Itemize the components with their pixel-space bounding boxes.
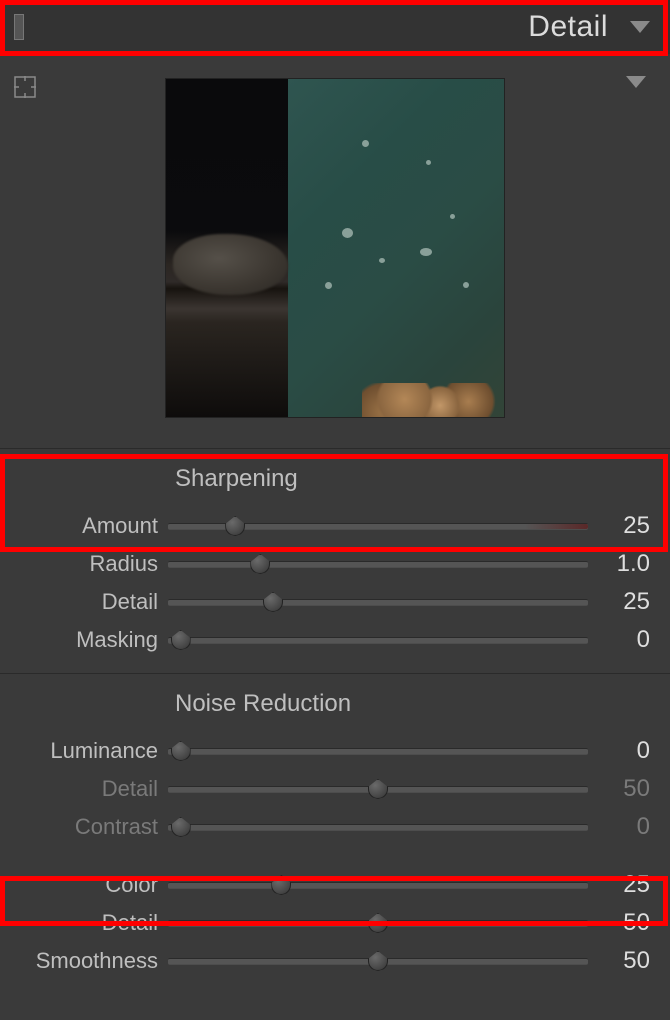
color-label: Color <box>0 872 168 898</box>
sharpening-amount-row: Amount 25 <box>0 507 670 545</box>
col-detail-label: Detail <box>0 910 168 936</box>
slider-thumb[interactable] <box>368 951 388 971</box>
col-detail-slider[interactable] <box>168 914 588 932</box>
panel-switch-toggle[interactable] <box>14 14 24 40</box>
luminance-slider[interactable] <box>168 742 588 760</box>
radius-label: Radius <box>0 551 168 577</box>
preview-options-icon[interactable] <box>626 76 646 88</box>
lum-detail-label: Detail <box>0 776 168 802</box>
col-smoothness-label: Smoothness <box>0 948 168 974</box>
amount-label: Amount <box>0 513 168 539</box>
slider-thumb[interactable] <box>263 592 283 612</box>
slider-thumb[interactable] <box>368 913 388 933</box>
slider-thumb[interactable] <box>171 741 191 761</box>
luminance-row: Luminance 0 <box>0 732 670 770</box>
triangle-down-icon[interactable] <box>630 21 650 33</box>
lum-contrast-value[interactable]: 0 <box>588 813 650 841</box>
slider-thumb[interactable] <box>250 554 270 574</box>
sharpening-title: Sharpening <box>0 465 670 493</box>
slider-thumb[interactable] <box>271 875 291 895</box>
sharp-detail-label: Detail <box>0 589 168 615</box>
col-detail-value[interactable]: 50 <box>588 909 650 937</box>
lum-detail-value[interactable]: 50 <box>588 775 650 803</box>
slider-thumb[interactable] <box>368 779 388 799</box>
slider-thumb[interactable] <box>171 817 191 837</box>
luminance-label: Luminance <box>0 738 168 764</box>
detail-preview-image[interactable] <box>165 78 505 418</box>
amount-slider[interactable] <box>168 517 588 535</box>
radius-value[interactable]: 1.0 <box>588 550 650 578</box>
noise-title: Noise Reduction <box>0 690 670 718</box>
detail-panel-header[interactable]: Detail <box>0 0 670 54</box>
sharp-detail-slider[interactable] <box>168 593 588 611</box>
sharpening-detail-row: Detail 25 <box>0 583 670 621</box>
col-smoothness-slider[interactable] <box>168 952 588 970</box>
slider-thumb[interactable] <box>171 630 191 650</box>
masking-label: Masking <box>0 627 168 653</box>
lum-contrast-label: Contrast <box>0 814 168 840</box>
sharp-detail-value[interactable]: 25 <box>588 588 650 616</box>
masking-value[interactable]: 0 <box>588 626 650 654</box>
luminance-value[interactable]: 0 <box>588 737 650 765</box>
luminance-contrast-row: Contrast 0 <box>0 808 670 846</box>
sharpening-section: Sharpening Amount 25 Radius 1.0 Detail 2… <box>0 448 670 673</box>
color-detail-row: Detail 50 <box>0 904 670 942</box>
color-value[interactable]: 25 <box>588 871 650 899</box>
lum-contrast-slider[interactable] <box>168 818 588 836</box>
panel-title: Detail <box>528 10 608 44</box>
radius-slider[interactable] <box>168 555 588 573</box>
color-smoothness-row: Smoothness 50 <box>0 942 670 980</box>
noise-reduction-section: Noise Reduction Luminance 0 Detail 50 Co… <box>0 673 670 994</box>
color-slider[interactable] <box>168 876 588 894</box>
lum-detail-slider[interactable] <box>168 780 588 798</box>
target-picker-icon[interactable] <box>14 76 36 98</box>
col-smoothness-value[interactable]: 50 <box>588 947 650 975</box>
masking-slider[interactable] <box>168 631 588 649</box>
sharpening-masking-row: Masking 0 <box>0 621 670 659</box>
slider-thumb[interactable] <box>225 516 245 536</box>
amount-value[interactable]: 25 <box>588 512 650 540</box>
sharpening-radius-row: Radius 1.0 <box>0 545 670 583</box>
color-row: Color 25 <box>0 866 670 904</box>
detail-preview-area <box>0 54 670 448</box>
luminance-detail-row: Detail 50 <box>0 770 670 808</box>
